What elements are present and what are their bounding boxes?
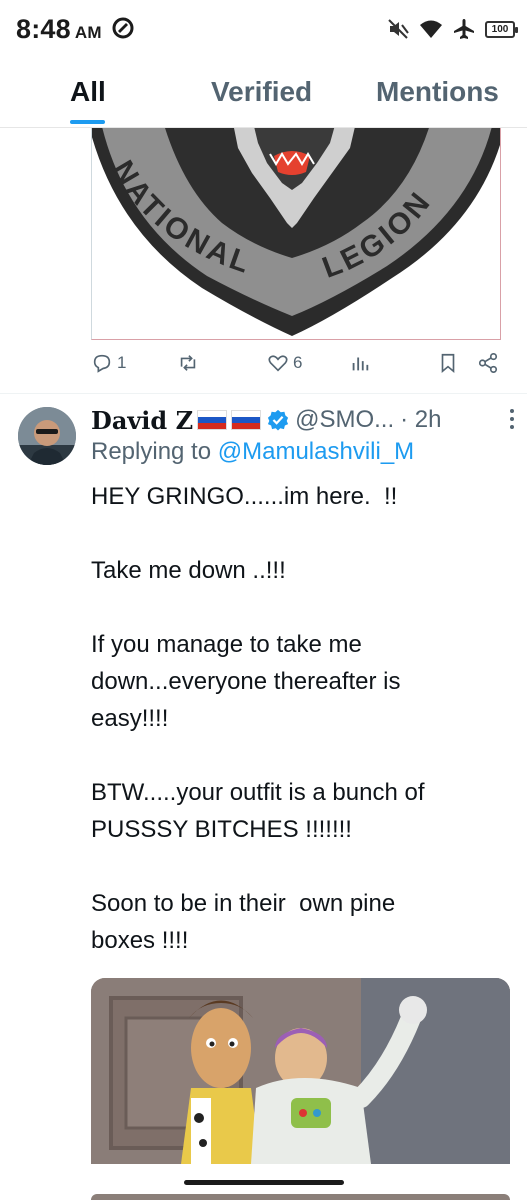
tab-mentions[interactable]: Mentions xyxy=(376,76,499,108)
views-button[interactable] xyxy=(349,352,371,374)
tweet-text-line: down...everyone thereafter is xyxy=(91,668,401,695)
heart-icon xyxy=(268,355,288,372)
share-button[interactable] xyxy=(477,352,499,374)
tweet-text-line xyxy=(91,589,511,626)
tweet-text-line: HEY GRINGO......im here. !! xyxy=(91,483,398,510)
dnd-icon xyxy=(112,17,134,39)
status-bar: 8:48 AM 100 xyxy=(0,0,527,62)
bookmark-button[interactable] xyxy=(437,352,459,374)
battery-level: 100 xyxy=(491,23,509,35)
tweet-text-line xyxy=(91,848,511,885)
replying-to: Replying to @Mamulashvili_M xyxy=(91,438,414,466)
tweet-divider xyxy=(0,393,527,394)
legion-patch-image: NATIONAL LEGION xyxy=(92,128,500,336)
previous-tweet-actions: 1 6 xyxy=(91,352,511,384)
views-icon xyxy=(352,357,369,371)
status-time-ampm: AM xyxy=(74,23,102,42)
retweet-icon xyxy=(180,355,196,371)
tweet-text-line xyxy=(91,737,511,774)
tweet-text-line: Soon to be in their own pine xyxy=(91,890,396,917)
tweet-time[interactable]: · 2h xyxy=(400,406,441,434)
reply-count: 1 xyxy=(117,353,127,372)
notification-tabs: All Verified Mentions xyxy=(0,62,527,128)
battery-icon: 100 xyxy=(485,20,518,38)
author-name[interactable]: David Z xyxy=(91,406,193,435)
tweet-text-line: Take me down ..!!! xyxy=(91,557,286,584)
cartoon-gif-image xyxy=(91,978,510,1164)
replying-mention-link[interactable]: @Mamulashvili_M xyxy=(218,438,414,465)
replying-prefix: Replying to xyxy=(91,438,212,465)
next-media-edge xyxy=(91,1194,510,1200)
more-options-icon[interactable] xyxy=(509,408,515,430)
reply-button[interactable]: 1 xyxy=(91,352,126,374)
reply-icon xyxy=(93,354,111,373)
bookmark-icon xyxy=(441,353,455,374)
author-handle[interactable]: @SMO... xyxy=(295,406,394,434)
tweet-text-line: BTW.....your outfit is a bunch of xyxy=(91,779,425,806)
like-button[interactable]: 6 xyxy=(267,352,302,374)
tweet-text: HEY GRINGO......im here. !! Take me down… xyxy=(91,478,511,959)
status-icons: 100 xyxy=(387,18,518,40)
tweet-text-line: easy!!!! xyxy=(91,705,169,732)
share-icon xyxy=(478,353,498,373)
status-time: 8:48 AM xyxy=(16,14,102,45)
active-tab-indicator xyxy=(70,120,105,124)
tab-all[interactable]: All xyxy=(70,76,106,108)
status-time-value: 8:48 xyxy=(16,14,71,44)
tweet-gif-media[interactable] xyxy=(91,978,510,1164)
russia-flag xyxy=(197,410,228,430)
tweet-text-line: PUSSSY BITCHES !!!!!!! xyxy=(91,816,352,843)
tweet-text-line: boxes !!!! xyxy=(91,927,189,954)
tweet-header: David Z @SMO... · 2h xyxy=(91,403,516,437)
tab-verified[interactable]: Verified xyxy=(211,76,312,108)
russia-flag xyxy=(231,410,262,430)
airplane-icon xyxy=(454,19,474,39)
previous-tweet-media[interactable]: NATIONAL LEGION xyxy=(91,128,501,340)
retweet-button[interactable] xyxy=(177,352,203,374)
tweet-text-line xyxy=(91,515,511,552)
home-indicator[interactable] xyxy=(184,1180,344,1185)
tweet-text-line: If you manage to take me xyxy=(91,631,362,658)
avatar[interactable] xyxy=(18,407,76,465)
avatar-image xyxy=(18,407,76,465)
verified-badge-icon xyxy=(268,409,289,431)
mute-icon xyxy=(388,19,409,39)
like-count: 6 xyxy=(293,353,303,372)
wifi-icon xyxy=(420,20,442,38)
